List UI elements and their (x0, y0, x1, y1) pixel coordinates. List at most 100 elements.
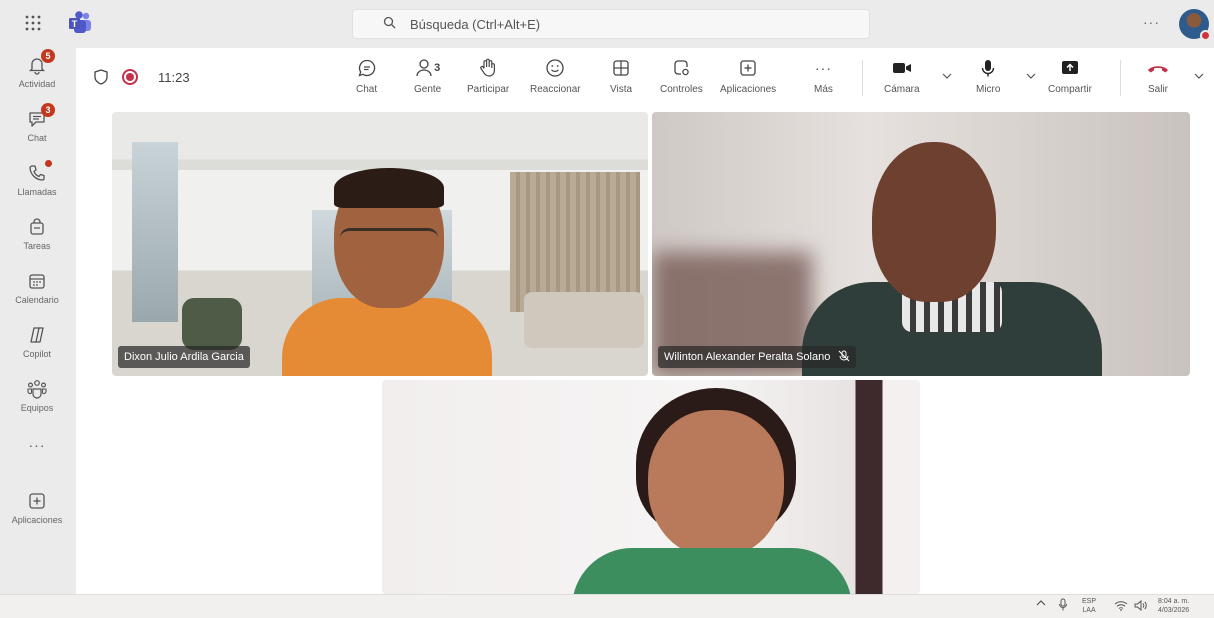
rail-label: Calendario (15, 294, 59, 305)
apps-add-icon (738, 56, 758, 80)
hand-icon (479, 56, 497, 80)
wifi-icon[interactable] (1114, 600, 1128, 611)
rail-item-more[interactable]: ··· (0, 430, 74, 460)
raise-hand-label: Participar (467, 84, 510, 95)
chat-icon (357, 56, 377, 80)
svg-text:T: T (72, 19, 78, 29)
rail-label: Equipos (20, 402, 54, 413)
mic-off-icon (838, 350, 850, 365)
participant-name: Dixon Julio Ardila Garcia (124, 351, 244, 363)
video-background (182, 298, 242, 350)
meeting-timer: 11:23 (158, 70, 190, 85)
language-indicator[interactable]: ESP LAA (1082, 597, 1096, 615)
apps-button[interactable]: Aplicaciones (720, 56, 776, 102)
participant-video (802, 142, 1102, 376)
participant-name-tag: Wilinton Alexander Peralta Solano (658, 346, 857, 368)
more-icon: ··· (28, 437, 46, 453)
search-box[interactable]: Búsqueda (Ctrl+Alt+E) (352, 9, 870, 39)
rail-item-activity[interactable]: 5 Actividad (0, 46, 74, 96)
video-tile-participant-1[interactable]: Dixon Julio Ardila Garcia (112, 112, 648, 376)
view-label: Vista (610, 84, 633, 95)
microphone-tray-icon[interactable] (1058, 598, 1068, 612)
volume-icon[interactable] (1134, 600, 1148, 611)
participant-video (552, 388, 852, 594)
leave-options-chevron-down-icon[interactable] (1194, 70, 1204, 82)
teams-icon (25, 378, 49, 400)
rail-label: Copilot (22, 348, 51, 359)
search-placeholder: Búsqueda (Ctrl+Alt+E) (410, 16, 541, 32)
raise-hand-button[interactable]: Participar (467, 56, 509, 102)
rail-item-teams[interactable]: Equipos (0, 370, 74, 420)
clock-time: 8:04 a. m. (1158, 598, 1190, 605)
controls-button[interactable]: Controles (660, 56, 703, 102)
more-button[interactable]: ··· Más (814, 56, 833, 102)
leave-label: Salir (1147, 84, 1168, 95)
keyboard-layout: LAA (1082, 607, 1096, 614)
toolbar-divider (862, 60, 863, 96)
rail-item-calendar[interactable]: Calendario (0, 262, 74, 312)
more-options-button[interactable]: ··· (1143, 14, 1160, 30)
people-label: Gente (414, 84, 442, 95)
taskbar: ESP LAA 8:04 a. m. 4/03/2026 (0, 594, 1214, 618)
people-icon: 3 (415, 56, 440, 80)
apps-label: Aplicaciones (720, 84, 777, 95)
hang-up-icon (1146, 56, 1170, 80)
rail-item-tasks[interactable]: Tareas (0, 208, 74, 258)
bell-icon: 5 (25, 48, 55, 76)
rail-item-calls[interactable]: Llamadas (0, 154, 74, 204)
chevron-up-icon[interactable] (1036, 600, 1046, 606)
chat-label: Chat (356, 84, 378, 95)
leave-button[interactable]: Salir (1146, 56, 1170, 102)
camera-button[interactable]: Cámara (884, 56, 920, 102)
rail-label: Aplicaciones (11, 514, 63, 525)
rail-label: Actividad (18, 78, 56, 89)
controls-label: Controles (660, 84, 703, 95)
controls-icon (671, 56, 691, 80)
apps-add-icon (25, 490, 49, 512)
people-count: 3 (434, 62, 441, 74)
teams-logo-icon[interactable]: T (66, 10, 94, 36)
participant-name-tag: Dixon Julio Ardila Garcia (118, 346, 250, 368)
view-button[interactable]: Vista (610, 56, 632, 102)
mic-options-chevron-down-icon[interactable] (1026, 70, 1036, 82)
rail-label: Chat (27, 132, 47, 143)
share-button[interactable]: Compartir (1048, 56, 1092, 102)
chat-button[interactable]: Chat (356, 56, 377, 102)
calls-notification-dot (45, 159, 52, 167)
rail-item-chat[interactable]: 3 Chat (0, 100, 74, 150)
meeting-toolbar: 11:23 Chat 3 Gente Participar Reaccionar… (76, 48, 1214, 108)
video-background (510, 172, 640, 312)
share-label: Compartir (1048, 84, 1092, 95)
language-code: ESP (1082, 598, 1097, 605)
more-icon: ··· (814, 60, 832, 76)
more-label: Más (814, 84, 833, 95)
participant-name: Wilinton Alexander Peralta Solano (664, 351, 831, 363)
search-icon (383, 16, 396, 32)
camera-options-chevron-down-icon[interactable] (942, 70, 952, 82)
activity-badge: 5 (41, 48, 55, 63)
people-button[interactable]: 3 Gente (414, 56, 441, 102)
shield-icon[interactable] (94, 69, 108, 90)
clock-date: 4/03/2026 (1158, 607, 1190, 614)
clock[interactable]: 8:04 a. m. 4/03/2026 (1158, 597, 1189, 615)
presence-busy-indicator (1200, 30, 1211, 41)
microphone-icon (980, 56, 996, 80)
mic-button[interactable]: Micro (976, 56, 1000, 102)
video-background (132, 142, 178, 322)
video-tile-participant-2[interactable]: Wilinton Alexander Peralta Solano (652, 112, 1190, 376)
app-grid-icon[interactable] (20, 10, 46, 36)
rail-label: Llamadas (17, 186, 57, 197)
title-bar: T Búsqueda (Ctrl+Alt+E) ··· (0, 0, 1214, 46)
react-button[interactable]: Reaccionar (530, 56, 581, 102)
rail-item-apps[interactable]: Aplicaciones (0, 482, 74, 532)
video-tile-participant-3[interactable] (382, 380, 920, 594)
chat-badge: 3 (41, 102, 55, 117)
layout-icon (611, 56, 631, 80)
react-label: Reaccionar (530, 84, 581, 95)
smiley-icon (545, 56, 565, 80)
rail-label: Tareas (23, 240, 51, 251)
avatar[interactable] (1179, 9, 1211, 41)
calendar-icon (25, 270, 49, 292)
rail-item-copilot[interactable]: Copilot (0, 316, 74, 366)
chat-icon: 3 (25, 102, 55, 130)
